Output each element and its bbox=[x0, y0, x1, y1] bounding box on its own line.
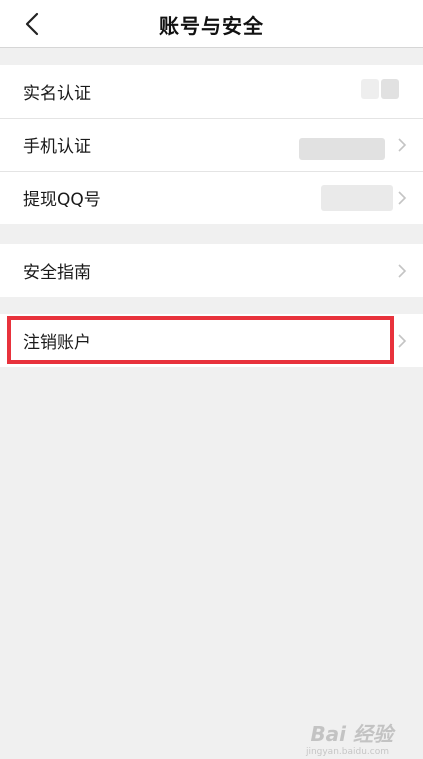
watermark-subtext: jingyan.baidu.com bbox=[305, 747, 389, 757]
phone-verification-item[interactable]: 手机认证 bbox=[0, 118, 423, 171]
redacted-value bbox=[361, 79, 379, 99]
chevron-right-icon bbox=[398, 190, 407, 205]
phone-verification-label: 手机认证 bbox=[23, 137, 91, 157]
baidu-watermark: Bai 经验 bbox=[310, 718, 393, 747]
highlight-box bbox=[7, 316, 394, 364]
page-title: 账号与安全 bbox=[159, 14, 264, 38]
withdraw-qq-label: 提现QQ号 bbox=[23, 190, 101, 210]
withdraw-qq-item[interactable]: 提现QQ号 bbox=[0, 171, 423, 224]
watermark-text: Bai 经验 bbox=[310, 722, 393, 746]
redacted-value bbox=[381, 79, 399, 99]
redacted-value bbox=[321, 185, 393, 211]
account-verification-group: 实名认证 手机认证 提现QQ号 bbox=[0, 65, 423, 224]
chevron-right-icon bbox=[398, 263, 407, 278]
security-guide-item[interactable]: 安全指南 bbox=[0, 244, 423, 297]
nav-bar: 账号与安全 bbox=[0, 0, 423, 48]
real-name-verification-item[interactable]: 实名认证 bbox=[0, 65, 423, 118]
chevron-right-icon bbox=[398, 333, 407, 348]
redacted-value bbox=[299, 138, 385, 160]
security-guide-label: 安全指南 bbox=[23, 263, 91, 283]
chevron-right-icon bbox=[398, 137, 407, 152]
security-guide-group: 安全指南 bbox=[0, 244, 423, 297]
real-name-verification-label: 实名认证 bbox=[23, 84, 91, 104]
